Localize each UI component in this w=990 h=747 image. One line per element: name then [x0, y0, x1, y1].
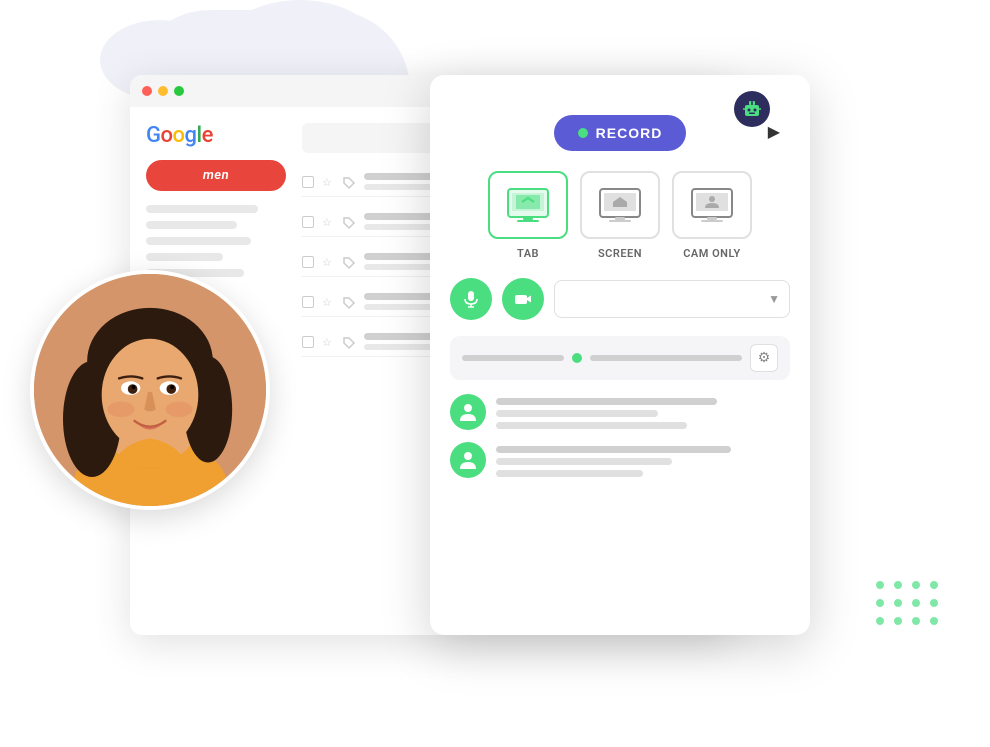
- browser-dot-minimize[interactable]: [158, 86, 168, 96]
- sidebar-line-4: [146, 253, 223, 261]
- dot-1: [876, 581, 884, 589]
- user-avatar-1: [450, 394, 486, 430]
- progress-indicator-dot: [572, 353, 582, 363]
- sidebar-line-1: [146, 205, 258, 213]
- woman-photo: [34, 274, 266, 506]
- dot-4: [930, 581, 938, 589]
- sidebar-nav-lines: [146, 205, 286, 277]
- user-list-item-2: [450, 442, 790, 478]
- tag-icon-2: [342, 215, 356, 229]
- mode-icon-tab: [488, 171, 568, 239]
- progress-track-right: [590, 355, 742, 361]
- dot-7: [912, 599, 920, 607]
- email-checkbox-1[interactable]: [302, 176, 314, 188]
- star-icon-3[interactable]: ☆: [322, 256, 334, 268]
- user-line-2-2: [496, 458, 672, 465]
- mode-option-tab[interactable]: TAB: [488, 171, 568, 260]
- mode-icon-cam-only: [672, 171, 752, 239]
- user-info-lines-1: [496, 394, 790, 429]
- mode-option-screen[interactable]: SCREEN: [580, 171, 660, 260]
- robot-icon-wrapper: ▶: [730, 87, 774, 131]
- dot-10: [894, 617, 902, 625]
- robot-extension-icon[interactable]: [734, 91, 770, 127]
- mode-label-tab: TAB: [517, 247, 539, 260]
- decorative-dots-pattern: [876, 581, 940, 627]
- camera-button[interactable]: [502, 278, 544, 320]
- cursor-icon: ▶: [768, 122, 780, 141]
- mode-option-cam-only[interactable]: CAM ONLY: [672, 171, 752, 260]
- extension-popup: ▶ RECORD: [430, 75, 810, 635]
- tag-icon-3: [342, 255, 356, 269]
- dot-5: [876, 599, 884, 607]
- email-checkbox-5[interactable]: [302, 336, 314, 348]
- mode-label-screen: SCREEN: [598, 247, 642, 260]
- user-line-1-1: [496, 398, 717, 405]
- record-button-label: RECORD: [596, 125, 663, 141]
- google-logo: Google: [146, 123, 286, 148]
- user-line-2-1: [496, 446, 731, 453]
- microphone-button[interactable]: [450, 278, 492, 320]
- dot-9: [876, 617, 884, 625]
- email-checkbox-2[interactable]: [302, 216, 314, 228]
- recording-mode-options: TAB SCREEN: [450, 171, 790, 260]
- dot-11: [912, 617, 920, 625]
- dot-6: [894, 599, 902, 607]
- dot-3: [912, 581, 920, 589]
- email-checkbox-3[interactable]: [302, 256, 314, 268]
- tag-icon-4: [342, 295, 356, 309]
- browser-dot-close[interactable]: [142, 86, 152, 96]
- star-icon-4[interactable]: ☆: [322, 296, 334, 308]
- woman-avatar-circle: [30, 270, 270, 510]
- audio-controls-row: ▼: [450, 278, 790, 320]
- gear-icon: ⚙: [758, 350, 771, 366]
- tab-progress-bar: ⚙: [450, 336, 790, 380]
- record-indicator-dot: [578, 128, 588, 138]
- user-list: [450, 394, 790, 478]
- mode-label-cam-only: CAM ONLY: [683, 247, 741, 260]
- scene: Google men ☆: [0, 0, 990, 747]
- star-icon-1[interactable]: ☆: [322, 176, 334, 188]
- user-avatar-2: [450, 442, 486, 478]
- browser-dot-maximize[interactable]: [174, 86, 184, 96]
- dot-12: [930, 617, 938, 625]
- sidebar-line-2: [146, 221, 237, 229]
- progress-track-left: [462, 355, 564, 361]
- user-list-item-1: [450, 394, 790, 430]
- dot-2: [894, 581, 902, 589]
- compose-button[interactable]: men: [146, 160, 286, 191]
- sidebar-line-3: [146, 237, 251, 245]
- user-line-1-3: [496, 422, 687, 429]
- email-checkbox-4[interactable]: [302, 296, 314, 308]
- settings-gear-button[interactable]: ⚙: [750, 344, 778, 372]
- camera-select-wrapper: ▼: [554, 280, 790, 318]
- record-button[interactable]: RECORD: [554, 115, 687, 151]
- user-line-1-2: [496, 410, 658, 417]
- tag-icon-1: [342, 175, 356, 189]
- star-icon-2[interactable]: ☆: [322, 216, 334, 228]
- user-info-lines-2: [496, 442, 790, 477]
- star-icon-5[interactable]: ☆: [322, 336, 334, 348]
- dot-8: [930, 599, 938, 607]
- tag-icon-5: [342, 335, 356, 349]
- mode-icon-screen: [580, 171, 660, 239]
- camera-select[interactable]: [554, 280, 790, 318]
- user-line-2-3: [496, 470, 643, 477]
